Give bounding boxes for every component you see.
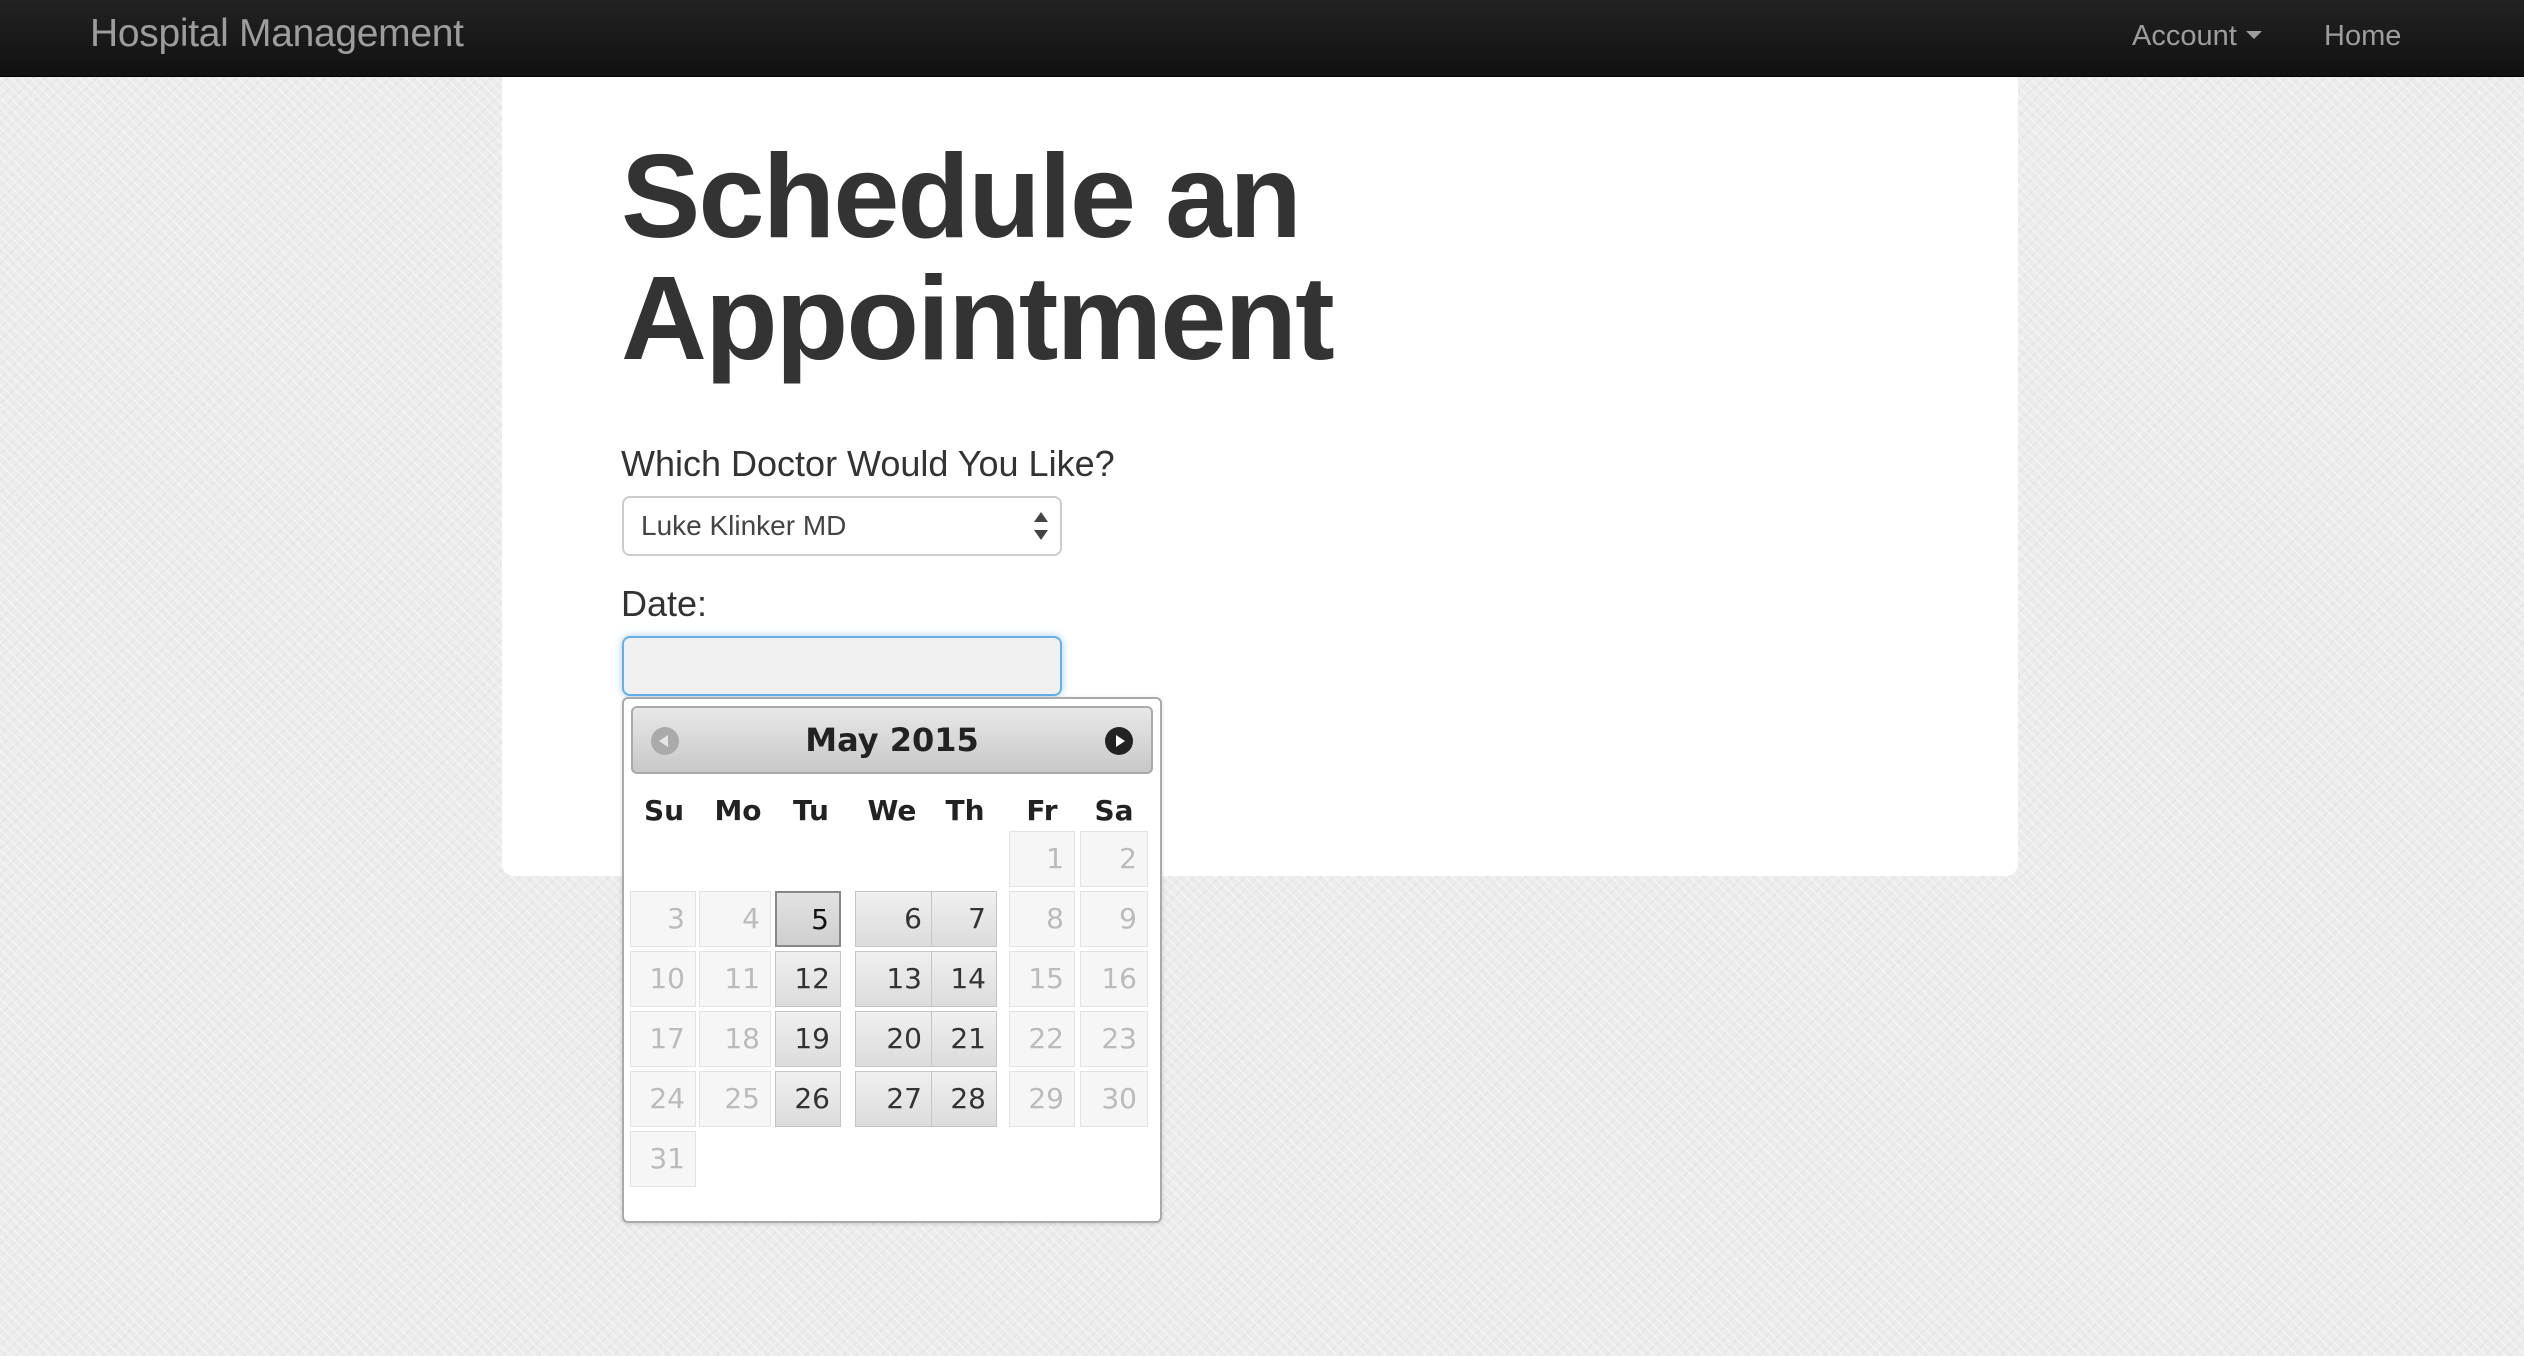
calendar-day: 3 — [630, 891, 696, 947]
page-title-line2: Appointment — [621, 252, 1335, 385]
calendar-day[interactable]: 5 — [775, 891, 841, 947]
calendar-day[interactable]: 20 — [855, 1011, 933, 1067]
calendar-day[interactable]: 28 — [931, 1071, 997, 1127]
calendar-day: 1 — [1009, 831, 1075, 887]
calendar-day: 31 — [630, 1131, 696, 1187]
date-label: Date: — [621, 583, 708, 624]
calendar-day: 2 — [1080, 831, 1148, 887]
arrow-right-circle-icon[interactable] — [1105, 727, 1133, 755]
datepicker-header: May 2015 — [631, 706, 1153, 774]
weekday-header: Su — [643, 794, 685, 827]
calendar-day: 24 — [630, 1071, 696, 1127]
weekday-header: Th — [945, 794, 985, 827]
calendar-day[interactable]: 12 — [775, 951, 841, 1007]
account-dropdown[interactable]: Account — [2132, 20, 2262, 53]
calendar-day[interactable]: 7 — [931, 891, 997, 947]
account-label: Account — [2132, 20, 2237, 52]
page-title-line1: Schedule an — [621, 130, 1302, 263]
calendar-day: 11 — [699, 951, 771, 1007]
calendar-day: 22 — [1009, 1011, 1075, 1067]
doctor-label: Which Doctor Would You Like? — [621, 443, 1115, 484]
calendar-day: 30 — [1080, 1071, 1148, 1127]
home-link[interactable]: Home — [2324, 20, 2401, 53]
calendar-day: 25 — [699, 1071, 771, 1127]
calendar-day: 10 — [630, 951, 696, 1007]
calendar-day[interactable]: 26 — [775, 1071, 841, 1127]
caret-down-icon — [2245, 31, 2262, 40]
calendar-day: 29 — [1009, 1071, 1075, 1127]
calendar-day[interactable]: 6 — [855, 891, 933, 947]
select-arrows-icon — [1034, 512, 1048, 540]
brand-link[interactable]: Hospital Management — [90, 12, 464, 56]
doctor-select[interactable]: Luke Klinker MD — [622, 496, 1062, 556]
navbar: Hospital Management Account Home — [0, 0, 2524, 77]
calendar-day: 9 — [1080, 891, 1148, 947]
calendar-day: 4 — [699, 891, 771, 947]
calendar-day: 16 — [1080, 951, 1148, 1007]
doctor-select-value: Luke Klinker MD — [641, 510, 847, 541]
weekday-header: Mo — [714, 794, 762, 827]
calendar-day: 8 — [1009, 891, 1075, 947]
weekday-header: Tu — [793, 794, 829, 827]
calendar-day: 23 — [1080, 1011, 1148, 1067]
weekday-header: We — [867, 794, 917, 827]
calendar-day[interactable]: 27 — [855, 1071, 933, 1127]
calendar-day: 15 — [1009, 951, 1075, 1007]
calendar-day: 17 — [630, 1011, 696, 1067]
date-input[interactable] — [622, 636, 1062, 696]
calendar-day[interactable]: 13 — [855, 951, 933, 1007]
calendar-day[interactable]: 19 — [775, 1011, 841, 1067]
datepicker-month-year: May 2015 — [805, 721, 979, 759]
datepicker: May 2015 Su Mo Tu We Th Fr Sa 1 2 3 4 5 6 7 8 9 10 11 12 13… — [622, 697, 1162, 1223]
weekday-header: Sa — [1094, 794, 1134, 827]
calendar-day[interactable]: 14 — [931, 951, 997, 1007]
weekday-header: Fr — [1026, 794, 1058, 827]
calendar-day[interactable]: 21 — [931, 1011, 997, 1067]
page-title: Schedule an Appointment — [621, 136, 1521, 380]
calendar-day: 18 — [699, 1011, 771, 1067]
